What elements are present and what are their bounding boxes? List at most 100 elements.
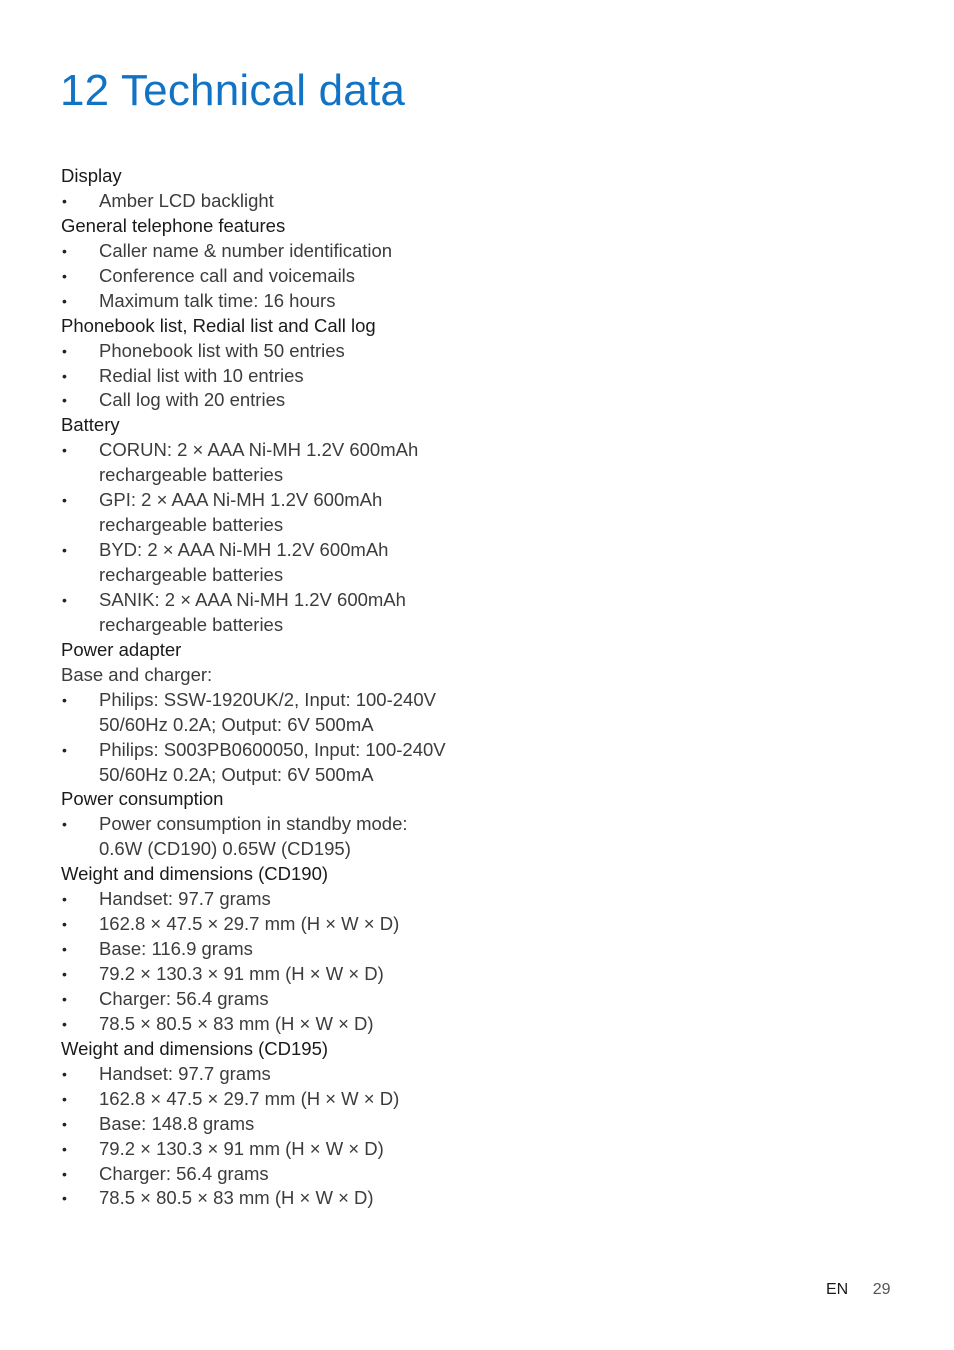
- list-item-line: • Call log with 20 entries: [61, 388, 461, 413]
- section-heading: Weight and dimensions (CD195): [61, 1037, 329, 1059]
- bullet-icon: •: [62, 292, 67, 309]
- list-item-text: rechargeable batteries: [99, 564, 284, 585]
- technical-data-list: Display • Amber LCD backlight General telep…: [61, 164, 461, 1211]
- list-item-line: • 78.5 × 80.5 × 83 mm (H × W × D): [61, 1012, 461, 1037]
- list-item-line: • 162.8 × 47.5 × 29.7 mm (H × W × D): [61, 1087, 461, 1112]
- section-heading: Display: [61, 165, 122, 186]
- bullet-icon: •: [62, 691, 67, 708]
- bullet-icon: •: [62, 891, 67, 908]
- list-item-line: • Amber LCD backlight: [61, 189, 461, 214]
- list-item-line: • BYD: 2 × AAA Ni-MH 1.2V 600mAh: [61, 538, 461, 563]
- list-item: • Charger: 56.4 grams: [61, 987, 461, 1012]
- spec-section: General telephone features • Caller name &…: [61, 214, 461, 314]
- list-item-line: • CORUN: 2 × AAA Ni-MH 1.2V 600mAh: [61, 438, 461, 463]
- list-item: • Maximum talk time: 16 hours: [61, 289, 461, 314]
- list-item: • 79.2 × 130.3 × 91 mm (H × W × D): [61, 962, 461, 987]
- bullet-icon: •: [62, 1190, 67, 1207]
- bullet-icon: •: [62, 242, 67, 259]
- bullet-icon: •: [62, 342, 67, 359]
- list-item-continuation: 50/60Hz 0.2A; Output: 6V 500mA: [61, 713, 461, 738]
- list-item-line: • Maximum talk time: 16 hours: [61, 289, 461, 314]
- bullet-icon: •: [62, 941, 67, 958]
- list-item: • Conference call and voicemails: [61, 264, 461, 289]
- list-item-text: Maximum talk time: 16 hours: [99, 289, 336, 311]
- spec-section: Power consumption • Power consumption in s…: [61, 787, 461, 862]
- list-item-continuation: rechargeable batteries: [61, 463, 461, 488]
- bullet-icon: •: [62, 1140, 67, 1157]
- list-item-text: 78.5 × 80.5 × 83 mm (H × W × D): [99, 1012, 374, 1034]
- bullet-icon: •: [62, 392, 67, 409]
- list-item-line: • 162.8 × 47.5 × 29.7 mm (H × W × D): [61, 912, 461, 937]
- list-item: • 162.8 × 47.5 × 29.7 mm (H × W × D): [61, 1087, 461, 1112]
- list-item: • Phonebook list with 50 entries: [61, 339, 461, 364]
- list-item-text: 78.5 × 80.5 × 83 mm (H × W × D): [99, 1187, 374, 1209]
- page-title: 12 Technical data: [60, 66, 406, 115]
- list-item-text: Redial list with 10 entries: [99, 364, 304, 386]
- list-item: • GPI: 2 × AAA Ni-MH 1.2V 600mAh rechargea…: [61, 488, 461, 538]
- list-item-continuation: rechargeable batteries: [61, 613, 461, 638]
- list-item-text: Amber LCD backlight: [99, 189, 274, 211]
- list-item: • 78.5 × 80.5 × 83 mm (H × W × D): [61, 1012, 461, 1037]
- list-item-line: • Philips: S003PB0600050, Input: 100-240V: [61, 738, 461, 763]
- list-item-text: Conference call and voicemails: [99, 264, 356, 286]
- section-heading: Battery: [61, 414, 120, 436]
- list-item-line: • GPI: 2 × AAA Ni-MH 1.2V 600mAh: [61, 488, 461, 513]
- list-item-line: • Caller name & number identification: [61, 239, 461, 264]
- list-item-text: Handset: 97.7 grams: [99, 888, 271, 910]
- list-item-text: Phonebook list with 50 entries: [99, 339, 345, 361]
- page-number: 29: [872, 1281, 891, 1298]
- section-subtext: Base and charger:: [61, 663, 213, 685]
- spec-section: Display • Amber LCD backlight: [61, 164, 461, 214]
- list-item-line: • Handset: 97.7 grams: [61, 1062, 461, 1087]
- bullet-icon: •: [62, 367, 67, 384]
- list-item-text: CORUN: 2 × AAA Ni-MH 1.2V 600mAh: [99, 439, 419, 461]
- spec-section: Weight and dimensions (CD190) • Handset: 9…: [61, 862, 461, 1037]
- bullet-icon: •: [62, 741, 67, 758]
- bullet-icon: •: [62, 1115, 67, 1132]
- section-heading: Power consumption: [61, 788, 224, 810]
- list-item-text: Power consumption in standby mode:: [99, 813, 408, 835]
- list-item-text: Base: 148.8 grams: [99, 1112, 255, 1134]
- list-item-line: • Base: 148.8 grams: [61, 1112, 461, 1137]
- bullet-icon: •: [62, 966, 67, 982]
- list-item-text: 162.8 × 47.5 × 29.7 mm (H × W × D): [99, 913, 400, 935]
- spec-section: Phonebook list, Redial list and Call log…: [61, 314, 461, 414]
- spec-section: Battery • CORUN: 2 × AAA Ni-MH 1.2V 600mAh…: [61, 413, 461, 637]
- list-item-line: • Phonebook list with 50 entries: [61, 339, 461, 364]
- list-item: • Philips: S003PB0600050, Input: 100-240V…: [61, 738, 461, 788]
- bullet-icon: •: [62, 492, 67, 509]
- spec-section: Weight and dimensions (CD195) • Handset: 9…: [61, 1037, 461, 1212]
- bullet-icon: •: [62, 1090, 67, 1107]
- list-item-text: Charger: 56.4 grams: [99, 1162, 269, 1184]
- list-item-line: • Power consumption in standby mode:: [61, 812, 461, 837]
- bullet-icon: •: [62, 267, 67, 284]
- list-item: • Charger: 56.4 grams: [61, 1162, 461, 1187]
- list-item-line: • Redial list with 10 entries: [61, 364, 461, 389]
- list-item: • Handset: 97.7 grams: [61, 1062, 461, 1087]
- list-item-line: • 79.2 × 130.3 × 91 mm (H × W × D): [61, 1137, 461, 1162]
- list-item-continuation: 50/60Hz 0.2A; Output: 6V 500mA: [61, 763, 461, 788]
- list-item-text: BYD: 2 × AAA Ni-MH 1.2V 600mAh: [99, 539, 389, 561]
- list-item-text: 0.6W (CD190) 0.65W (CD195): [99, 838, 351, 860]
- list-item-line: • Conference call and voicemails: [61, 264, 461, 289]
- language-label: EN: [826, 1281, 849, 1298]
- list-item-text: Philips: SSW-1920UK/2, Input: 100-240V: [99, 688, 436, 710]
- page-footer: EN 29: [826, 1279, 890, 1301]
- list-item: • SANIK: 2 × AAA Ni-MH 1.2V 600mAh recharg…: [61, 588, 461, 638]
- bullet-icon: •: [62, 192, 67, 209]
- list-item: • 162.8 × 47.5 × 29.7 mm (H × W × D): [61, 912, 461, 937]
- list-item: • BYD: 2 × AAA Ni-MH 1.2V 600mAh rechargea…: [61, 538, 461, 588]
- list-item: • Philips: SSW-1920UK/2, Input: 100-240V 5…: [61, 688, 461, 738]
- list-item-line: • Base: 116.9 grams: [61, 937, 461, 962]
- list-item-continuation: rechargeable batteries: [61, 563, 461, 588]
- list-item: • Power consumption in standby mode: 0.6W …: [61, 812, 461, 862]
- list-item: • 79.2 × 130.3 × 91 mm (H × W × D): [61, 1137, 461, 1162]
- bullet-icon: •: [62, 1015, 67, 1032]
- bullet-icon: •: [62, 542, 67, 559]
- list-item-text: GPI: 2 × AAA Ni-MH 1.2V 600mAh: [99, 489, 383, 511]
- list-item-text: 79.2 × 130.3 × 91 mm (H × W × D): [99, 1137, 384, 1159]
- list-item: • Call log with 20 entries: [61, 388, 461, 413]
- list-item-text: 162.8 × 47.5 × 29.7 mm (H × W × D): [99, 1087, 400, 1109]
- list-item-continuation: rechargeable batteries: [61, 513, 461, 538]
- list-item: • Amber LCD backlight: [61, 189, 461, 214]
